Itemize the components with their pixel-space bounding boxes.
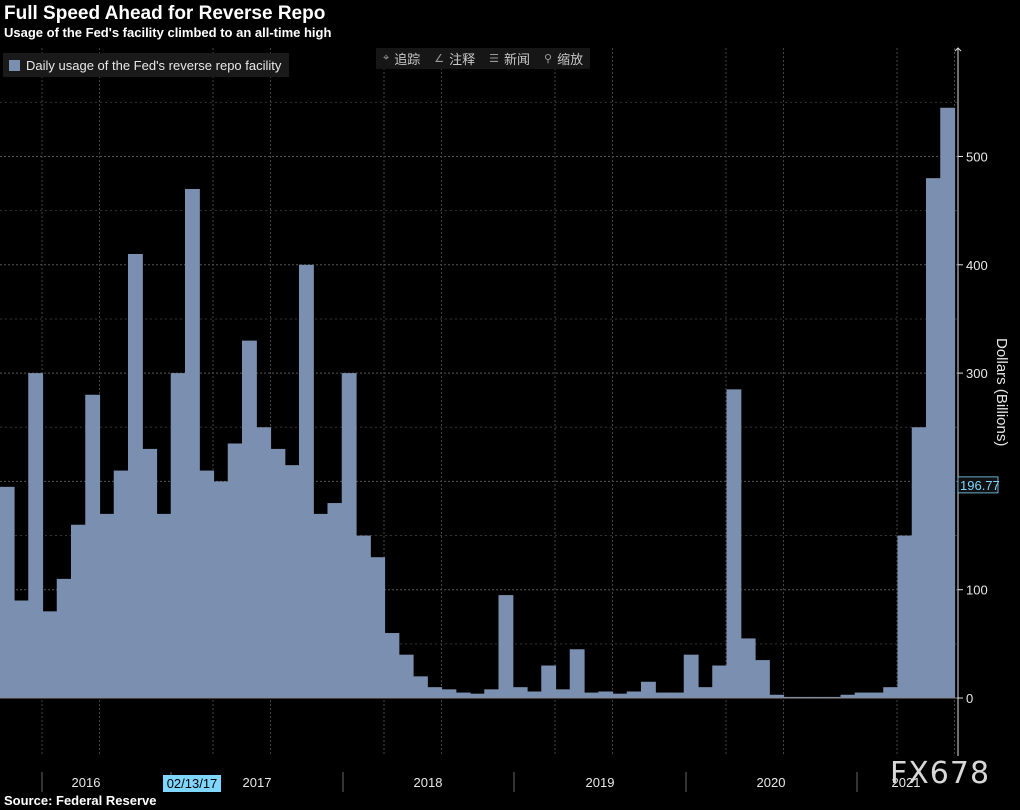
news-icon: ☰	[489, 53, 499, 65]
bar	[156, 513, 172, 698]
bar	[128, 253, 143, 698]
y-tick-label: 400	[966, 258, 988, 273]
track-label: 追踪	[394, 52, 421, 67]
x-axis: 2016 2017 2018 2019 2020 202102/13/17	[41, 772, 920, 792]
pencil-icon: ∠	[434, 53, 445, 65]
bar	[85, 394, 101, 698]
bar	[213, 481, 229, 698]
bar	[227, 443, 243, 698]
bar	[569, 649, 585, 698]
bar	[270, 448, 286, 698]
legend[interactable]: Daily usage of the Fed's reverse repo fa…	[3, 53, 290, 77]
watermark: FX678	[890, 756, 991, 791]
bar	[427, 687, 443, 698]
bar	[413, 676, 428, 698]
bar	[740, 638, 756, 698]
bar	[398, 654, 414, 698]
bar	[142, 448, 158, 698]
legend-swatch	[9, 59, 20, 71]
bar	[712, 665, 728, 698]
x-tick-label: 2017	[243, 775, 272, 790]
y-tick-label: 100	[966, 583, 988, 598]
bar	[470, 693, 485, 698]
bar	[441, 689, 457, 698]
x-tick-label: 2018	[414, 775, 443, 790]
bar	[256, 427, 272, 698]
zoom-label: 缩放	[557, 52, 584, 67]
bar	[555, 689, 571, 698]
bar	[341, 373, 357, 698]
bar	[199, 470, 215, 698]
bar	[299, 264, 314, 698]
bar	[755, 660, 770, 698]
y-tick-label: 0	[966, 691, 973, 706]
bar	[498, 595, 514, 698]
bar	[626, 691, 642, 698]
bar	[356, 535, 371, 698]
bar	[683, 654, 699, 698]
bar	[869, 692, 884, 698]
bar	[897, 535, 913, 698]
bar	[370, 557, 386, 698]
crosshair-date-label: 02/13/17	[167, 776, 218, 791]
bar	[669, 692, 685, 698]
bar-series	[0, 107, 956, 699]
y-tick-label: 500	[966, 150, 988, 165]
zoom-button[interactable]: ⚲ 缩放	[537, 49, 590, 68]
bar	[71, 524, 86, 698]
bar	[527, 691, 542, 698]
zoom-icon: ⚲	[544, 53, 553, 65]
bar	[56, 578, 72, 698]
source-note: Source: Federal Reserve	[4, 793, 157, 808]
legend-label: Daily usage of the Fed's reverse repo fa…	[26, 57, 282, 73]
bar	[113, 470, 129, 698]
bar	[541, 665, 557, 698]
bar	[284, 465, 300, 698]
y-tick-label: 300	[966, 366, 988, 381]
bar	[170, 373, 186, 698]
bar	[384, 633, 400, 698]
bar	[99, 513, 115, 698]
bar	[484, 689, 500, 698]
news-button[interactable]: ☰ 新闻	[482, 49, 537, 68]
bar	[698, 687, 713, 698]
x-tick-label: 2016	[72, 775, 101, 790]
bar	[455, 692, 471, 698]
bar	[42, 611, 58, 698]
bar	[584, 692, 599, 698]
crosshair-icon: ⌖	[383, 52, 390, 64]
bar	[14, 600, 29, 698]
bar	[854, 692, 870, 698]
bar	[185, 188, 200, 699]
bar	[940, 107, 956, 698]
chart-toolbar: ⌖ 追踪 ∠ 注释 ☰ 新闻 ⚲ 缩放	[376, 48, 591, 69]
bar	[911, 427, 927, 698]
annotate-button[interactable]: ∠ 注释	[427, 49, 482, 68]
bar	[926, 178, 941, 698]
x-tick-label: 2019	[586, 775, 615, 790]
y-axis-label: Dollars (Billions)	[993, 338, 1010, 447]
chart-plot: 0 100 300 400 500 196.77 2016 2017 2018 2019 2020…	[0, 47, 1000, 792]
bar	[641, 681, 656, 698]
bar	[313, 513, 329, 698]
bar	[0, 486, 15, 698]
news-label: 新闻	[503, 52, 530, 67]
x-tick-label: 2020	[757, 775, 786, 790]
track-button[interactable]: ⌖ 追踪	[376, 49, 427, 68]
bar	[512, 687, 528, 698]
bar	[883, 687, 899, 698]
bar	[327, 503, 343, 698]
bar	[242, 340, 257, 698]
bar	[655, 692, 671, 698]
bar	[598, 691, 614, 698]
bar	[726, 389, 742, 698]
bar	[612, 693, 628, 698]
bar	[28, 373, 44, 698]
annotate-label: 注释	[449, 52, 476, 67]
last-value-label: 196.77	[960, 478, 1000, 493]
